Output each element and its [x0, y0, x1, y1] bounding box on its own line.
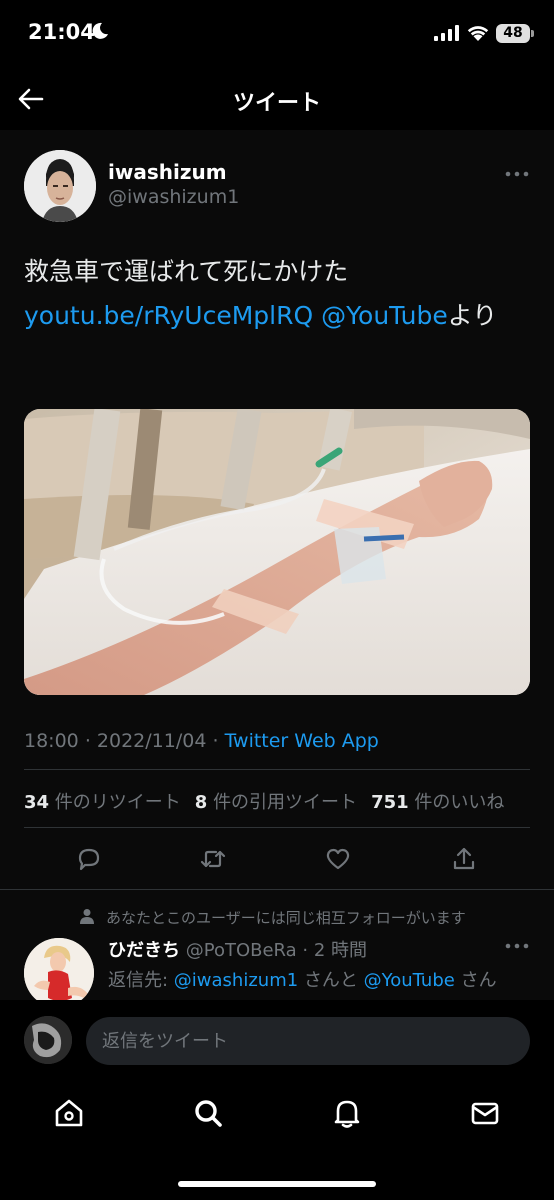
status-time: 21:04 [28, 20, 95, 44]
divider [24, 827, 530, 828]
reply-avatar-image [24, 938, 94, 1000]
top-nav: ツイート [0, 68, 554, 130]
tweet-text: 救急車で運ばれて死にかけた youtu.be/rRyUceMplRQ @YouT… [24, 250, 534, 338]
person-icon [80, 909, 94, 924]
reply-icon[interactable] [74, 844, 104, 874]
home-indicator [178, 1181, 376, 1187]
likes-label: 件のいいね [414, 792, 505, 813]
reply-input[interactable] [86, 1017, 530, 1065]
tweet-suffix: より [447, 301, 498, 330]
more-options-icon[interactable] [505, 942, 529, 950]
like-icon[interactable] [323, 844, 353, 874]
status-bar: 21:04 48 [0, 0, 554, 68]
divider [0, 889, 554, 890]
retweet-icon[interactable] [198, 844, 228, 874]
cellular-signal-icon [434, 25, 459, 41]
likes-count: 751 [371, 792, 409, 813]
page-title: ツイート [232, 91, 321, 116]
meta-separator: · [212, 730, 219, 752]
reply-composer [0, 1000, 554, 1080]
reply-header: ひだきち @PoTOBeRa · 2 時間 [108, 936, 367, 962]
share-icon[interactable] [449, 844, 479, 874]
notifications-icon[interactable] [330, 1096, 364, 1130]
tweet-timestamp: 18:00 · 2022/11/04 · Twitter Web App [24, 730, 379, 752]
retweets-count: 34 [24, 792, 50, 813]
current-user-avatar-image [24, 1016, 72, 1064]
reply-to-prefix: 返信先: [108, 970, 174, 991]
reply-author-handle-time: @PoTOBeRa · 2 時間 [185, 940, 368, 961]
wifi-icon [467, 26, 489, 41]
moon-icon [92, 22, 108, 39]
tweet-detail: iwashizum @iwashizum1 救急車で運ばれて死にかけた yout… [0, 130, 554, 1000]
tweet-date: 2022/11/04 [96, 730, 207, 752]
author-name[interactable]: iwashizum [108, 160, 227, 184]
reply-author-name[interactable]: ひだきち [108, 940, 180, 961]
search-icon[interactable] [191, 1096, 225, 1130]
tweet-link[interactable]: youtu.be/rRyUceMplRQ [24, 301, 313, 330]
quotes-count: 8 [194, 792, 208, 813]
iv-drip-arm-photo [24, 409, 530, 695]
tweet-source[interactable]: Twitter Web App [225, 730, 379, 752]
tweet-photo[interactable] [24, 409, 530, 695]
retweets-stat[interactable]: 34 件のリツイート [24, 792, 181, 813]
quotes-label: 件の引用ツイート [213, 792, 358, 813]
battery-indicator: 48 [496, 24, 530, 43]
tweet-text-body: 救急車で運ばれて死にかけた [24, 257, 349, 286]
reply-mention[interactable]: @iwashizum1 [174, 970, 298, 991]
tweet-mention[interactable]: @YouTube [321, 301, 448, 330]
more-options-icon[interactable] [505, 170, 529, 178]
tweet-time: 18:00 [24, 730, 79, 752]
battery-cap [531, 30, 534, 37]
retweets-label: 件のリツイート [54, 792, 181, 813]
home-icon[interactable] [52, 1096, 86, 1130]
author-avatar[interactable] [24, 150, 96, 222]
reply-mention[interactable]: @YouTube [364, 970, 455, 991]
reply-social-context: あなたとこのユーザーには同じ相互フォローがいます [106, 909, 466, 927]
quotes-stat[interactable]: 8 件の引用ツイート [195, 792, 357, 813]
reply-to-suffix: さん [454, 970, 497, 991]
likes-stat[interactable]: 751 件のいいね [371, 792, 504, 813]
author-avatar-image [24, 150, 96, 222]
current-user-avatar[interactable] [24, 1016, 72, 1064]
reply-to-line: 返信先: @iwashizum1 さんと @YouTube さん [108, 966, 497, 992]
divider [24, 769, 530, 770]
reply-avatar[interactable] [24, 938, 94, 1000]
reply-to-connector: さんと [298, 970, 364, 991]
tweet-stats: 34 件のリツイート 8 件の引用ツイート 751 件のいいね [24, 788, 504, 814]
messages-icon[interactable] [468, 1096, 502, 1130]
meta-separator: · [84, 730, 91, 752]
author-handle[interactable]: @iwashizum1 [108, 186, 239, 208]
